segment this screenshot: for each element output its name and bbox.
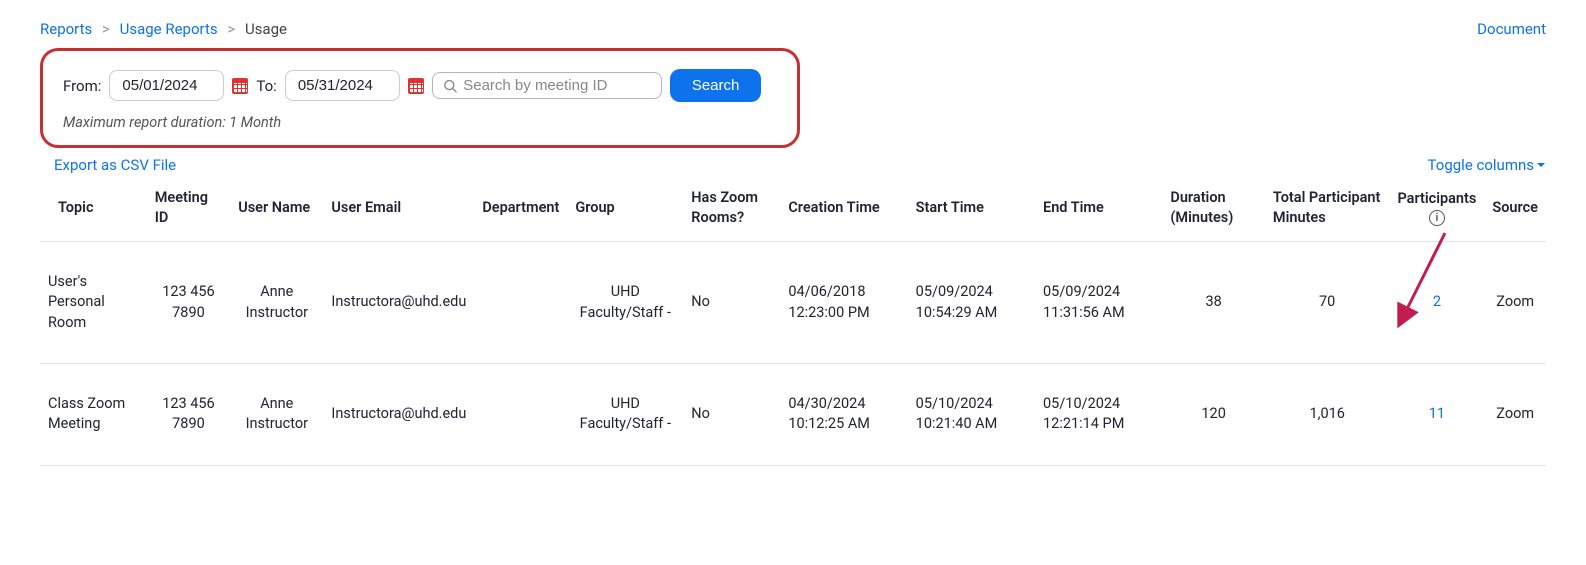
breadcrumb-sep: > — [102, 20, 110, 38]
calendar-icon[interactable] — [232, 78, 248, 94]
cell-group: UHD Faculty/Staff - — [567, 242, 683, 364]
cell-end_time: 05/09/2024 11:31:56 AM — [1035, 242, 1162, 364]
col-duration: Duration (Minutes) — [1162, 178, 1265, 242]
cell-user_name: Anne Instructor — [230, 364, 323, 466]
table-row: Class Zoom Meeting123 456 7890Anne Instr… — [40, 364, 1546, 466]
cell-user_email: Instructora@uhd.edu — [323, 242, 474, 364]
search-icon — [443, 78, 457, 94]
search-wrapper — [432, 72, 662, 99]
cell-has_zoom_rooms: No — [683, 242, 780, 364]
breadcrumb-usage-reports[interactable]: Usage Reports — [120, 20, 218, 38]
to-date-input[interactable] — [285, 70, 400, 101]
breadcrumb-current: Usage — [245, 20, 287, 38]
document-link[interactable]: Document — [1477, 20, 1546, 38]
from-label: From: — [63, 77, 101, 95]
cell-start_time: 05/09/2024 10:54:29 AM — [908, 242, 1035, 364]
info-icon[interactable]: i — [1429, 210, 1445, 226]
col-source: Source — [1484, 178, 1546, 242]
cell-department — [474, 364, 567, 466]
cell-participants: 11 — [1389, 364, 1484, 466]
cell-total_participant_minutes: 70 — [1265, 242, 1390, 364]
col-group: Group — [567, 178, 683, 242]
calendar-icon[interactable] — [408, 78, 424, 94]
filter-panel: From: To: Search Maximum report duration… — [40, 48, 800, 148]
search-input[interactable] — [463, 77, 651, 94]
cell-user_name: Anne Instructor — [230, 242, 323, 364]
export-csv-link[interactable]: Export as CSV File — [54, 156, 176, 174]
col-user-name: User Name — [230, 178, 323, 242]
caret-down-icon — [1536, 160, 1546, 170]
max-duration-note: Maximum report duration: 1 Month — [63, 114, 777, 131]
cell-creation_time: 04/30/2024 10:12:25 AM — [780, 364, 907, 466]
col-department: Department — [474, 178, 567, 242]
toggle-columns-link[interactable]: Toggle columns — [1428, 156, 1546, 174]
breadcrumb: Reports > Usage Reports > Usage — [40, 20, 287, 38]
col-has-zoom-rooms: Has Zoom Rooms? — [683, 178, 780, 242]
col-participants: Participants i — [1389, 178, 1484, 242]
cell-meeting_id: 123 456 7890 — [147, 364, 230, 466]
cell-has_zoom_rooms: No — [683, 364, 780, 466]
usage-report-table: Topic Meeting ID User Name User Email De… — [40, 178, 1546, 466]
col-creation-time: Creation Time — [780, 178, 907, 242]
cell-participants: 2 — [1389, 242, 1484, 364]
participants-link[interactable]: 2 — [1433, 293, 1441, 310]
col-topic: Topic — [40, 178, 147, 242]
from-date-input[interactable] — [109, 70, 224, 101]
search-button[interactable]: Search — [670, 69, 762, 102]
cell-meeting_id: 123 456 7890 — [147, 242, 230, 364]
cell-duration: 38 — [1162, 242, 1265, 364]
participants-link[interactable]: 11 — [1429, 405, 1445, 422]
cell-start_time: 05/10/2024 10:21:40 AM — [908, 364, 1035, 466]
cell-source: Zoom — [1484, 242, 1546, 364]
col-total-participant-minutes: Total Participant Minutes — [1265, 178, 1390, 242]
cell-duration: 120 — [1162, 364, 1265, 466]
table-row: User's Personal Room123 456 7890Anne Ins… — [40, 242, 1546, 364]
cell-total_participant_minutes: 1,016 — [1265, 364, 1390, 466]
cell-user_email: Instructora@uhd.edu — [323, 364, 474, 466]
cell-department — [474, 242, 567, 364]
table-header-row: Topic Meeting ID User Name User Email De… — [40, 178, 1546, 242]
cell-end_time: 05/10/2024 12:21:14 PM — [1035, 364, 1162, 466]
cell-topic: User's Personal Room — [40, 242, 147, 364]
cell-creation_time: 04/06/2018 12:23:00 PM — [780, 242, 907, 364]
cell-source: Zoom — [1484, 364, 1546, 466]
col-user-email: User Email — [323, 178, 474, 242]
col-end-time: End Time — [1035, 178, 1162, 242]
breadcrumb-reports[interactable]: Reports — [40, 20, 92, 38]
col-meeting-id: Meeting ID — [147, 178, 230, 242]
toggle-columns-label: Toggle columns — [1428, 156, 1534, 174]
cell-group: UHD Faculty/Staff - — [567, 364, 683, 466]
to-label: To: — [256, 77, 276, 95]
breadcrumb-sep: > — [227, 20, 235, 38]
col-participants-label: Participants — [1397, 189, 1476, 209]
cell-topic: Class Zoom Meeting — [40, 364, 147, 466]
col-start-time: Start Time — [908, 178, 1035, 242]
